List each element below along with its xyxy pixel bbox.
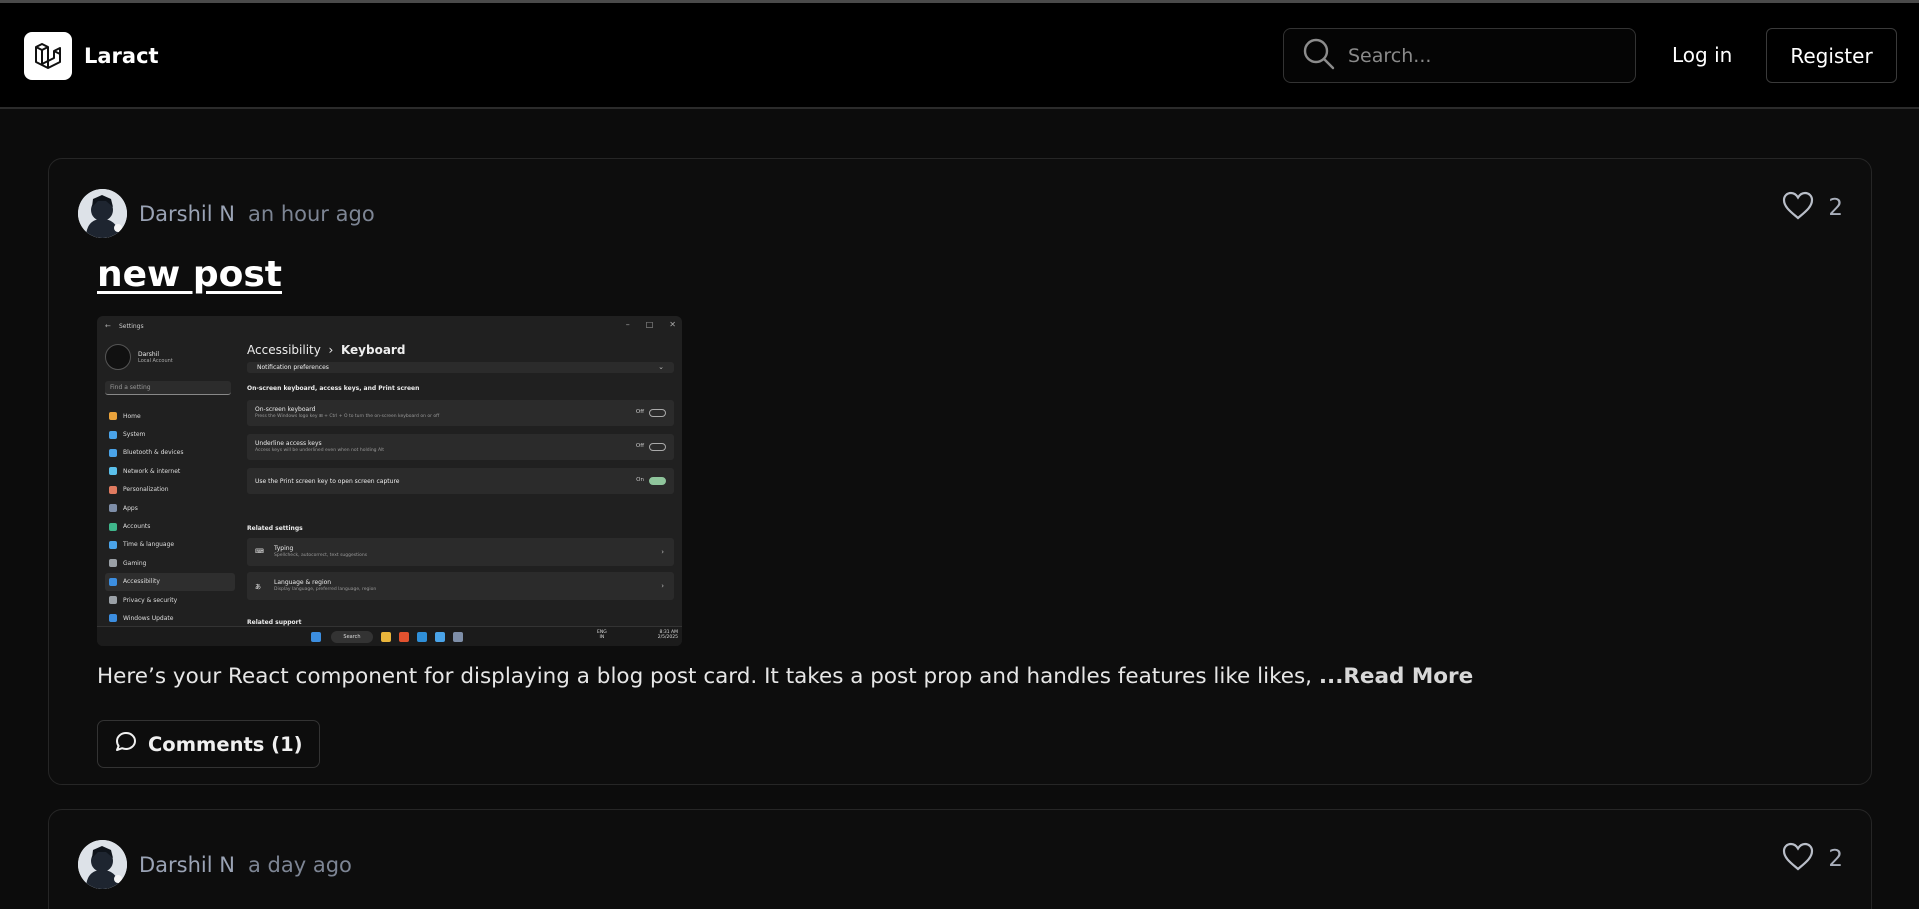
image-breadcrumb: Accessibility › Keyboard xyxy=(247,343,406,357)
search-icon xyxy=(1302,37,1336,75)
image-row-typing: ⌨ Typing Spellcheck, autocorrect, text s… xyxy=(247,538,674,566)
image-vscode-icon xyxy=(417,632,427,642)
like-count: 2 xyxy=(1828,194,1843,221)
image-user-sub: Local Account xyxy=(138,357,173,364)
like-button[interactable]: 2 xyxy=(1782,191,1843,224)
image-nav-item: Accounts xyxy=(105,517,235,535)
avatar[interactable] xyxy=(78,840,127,889)
image-row-osk: On-screen keyboard Press the Windows log… xyxy=(247,400,674,426)
image-nav-icon xyxy=(109,448,117,457)
heart-icon xyxy=(1782,842,1814,875)
image-find-setting: Find a setting xyxy=(105,381,231,395)
comment-icon xyxy=(114,730,148,759)
image-nav: Home System Bluetooth & devices Network & i… xyxy=(105,407,235,628)
image-nav-icon xyxy=(109,412,117,421)
site-header: Laract Log in Register xyxy=(0,3,1919,109)
image-titlebar: ← Settings – □ ✕ xyxy=(97,316,682,336)
post-author[interactable]: Darshil N xyxy=(139,202,235,226)
image-nav-icon xyxy=(109,430,117,439)
read-more-link[interactable]: ...Read More xyxy=(1319,664,1473,689)
search-input[interactable] xyxy=(1348,44,1608,67)
image-nav-item: Windows Update xyxy=(105,609,235,627)
brand-link[interactable]: Laract xyxy=(24,32,159,80)
image-nav-item: Privacy & security xyxy=(105,591,235,609)
login-link[interactable]: Log in xyxy=(1672,43,1732,67)
image-app-name: Settings xyxy=(119,323,144,330)
image-nav-item: Bluetooth & devices xyxy=(105,444,235,462)
laravel-logo-icon xyxy=(24,32,72,80)
image-nav-icon xyxy=(109,577,117,586)
image-nav-item: Accessibility xyxy=(105,572,235,591)
image-brave-icon xyxy=(399,632,409,642)
image-nav-icon xyxy=(109,559,117,568)
like-button[interactable]: 2 xyxy=(1782,842,1843,875)
image-nav-item: Gaming xyxy=(105,554,235,572)
post-image[interactable]: ← Settings – □ ✕ Darshil Local Account Fin… xyxy=(97,316,682,646)
image-nav-item: Apps xyxy=(105,499,235,517)
image-nav-item: System xyxy=(105,425,235,443)
image-folder-icon xyxy=(381,632,391,642)
post-card: Darshil N a day ago 2 xyxy=(48,809,1872,909)
image-nav-icon xyxy=(109,504,117,513)
image-profile: Darshil Local Account xyxy=(105,344,173,370)
image-row-underline: Underline access keys Access keys will b… xyxy=(247,434,674,460)
post-time: an hour ago xyxy=(247,201,375,226)
image-row-language: あ Language & region Display language, pr… xyxy=(247,572,674,600)
heart-icon xyxy=(1782,191,1814,224)
image-nav-icon xyxy=(109,522,117,531)
image-settings-icon xyxy=(453,632,463,642)
image-nav-item: Time & language xyxy=(105,536,235,554)
image-profile-pic xyxy=(105,344,131,370)
image-nav-icon xyxy=(109,540,117,549)
image-taskbar: Search ENG IN 8:31 AM 2/5/2025 xyxy=(97,626,682,646)
post-card: Darshil N an hour ago 2 new post ← Setti… xyxy=(48,158,1872,785)
post-excerpt: Here’s your React component for displayi… xyxy=(97,664,1474,689)
image-window-controls: – □ ✕ xyxy=(625,320,676,329)
image-nav-icon xyxy=(109,614,117,623)
image-nav-icon xyxy=(109,485,117,494)
image-taskbar-clock: 8:31 AM 2/5/2025 xyxy=(657,630,678,640)
post-meta: Darshil N an hour ago xyxy=(78,189,375,238)
comments-button[interactable]: Comments (1) xyxy=(97,720,320,768)
image-related-head: Related settings xyxy=(247,525,303,532)
brand-name: Laract xyxy=(84,44,159,68)
image-start-icon xyxy=(311,632,321,642)
image-nav-icon xyxy=(109,596,117,605)
post-author[interactable]: Darshil N xyxy=(139,853,235,877)
post-time: a day ago xyxy=(247,852,352,877)
image-row-notif: Notification preferences ⌄ xyxy=(247,362,674,373)
post-title-link[interactable]: new post xyxy=(97,254,282,295)
like-count: 2 xyxy=(1828,845,1843,872)
search-box[interactable] xyxy=(1283,28,1636,83)
image-back-icon: ← xyxy=(105,322,111,330)
image-nav-item: Personalization xyxy=(105,481,235,499)
image-support-head: Related support xyxy=(247,619,302,626)
image-user-name: Darshil xyxy=(138,350,160,358)
comments-label: Comments (1) xyxy=(148,732,303,756)
image-row-printscreen: Use the Print screen key to open screen … xyxy=(247,468,674,494)
image-nav-item: Home xyxy=(105,407,235,425)
image-section-head: On-screen keyboard, access keys, and Pri… xyxy=(247,385,420,392)
post-meta: Darshil N a day ago xyxy=(78,840,352,889)
image-taskbar-lang: ENG IN xyxy=(597,630,607,640)
register-button[interactable]: Register xyxy=(1766,28,1897,83)
image-taskbar-search: Search xyxy=(331,631,373,643)
image-nav-item: Network & internet xyxy=(105,462,235,480)
avatar[interactable] xyxy=(78,189,127,238)
image-app-icon xyxy=(435,632,445,642)
image-nav-icon xyxy=(109,467,117,476)
